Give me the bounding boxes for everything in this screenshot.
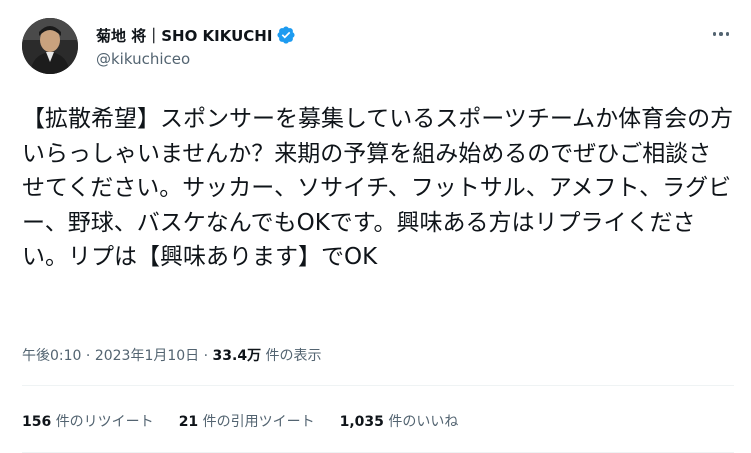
meta-separator: · [85, 348, 91, 364]
verified-badge-icon [276, 25, 296, 45]
likes-count: 1,035 [339, 414, 384, 430]
views-label: 件の表示 [265, 348, 322, 364]
quotes-stat[interactable]: 21 件の引用ツイート [179, 411, 315, 431]
tweet-card: 菊地 将｜SHO KIKUCHI @kikuchiceo 【拡散希望】スポンサー… [0, 0, 751, 453]
avatar[interactable] [22, 18, 78, 74]
more-options-button[interactable] [709, 24, 733, 44]
retweets-count: 156 [22, 414, 52, 430]
meta-separator: · [203, 348, 209, 364]
retweets-label: 件のリツイート [55, 414, 154, 430]
author-handle[interactable]: @kikuchiceo [96, 50, 190, 68]
retweets-stat[interactable]: 156 件のリツイート [22, 411, 154, 431]
more-horizontal-icon [712, 32, 717, 36]
views-count: 33.4万 [212, 348, 262, 364]
likes-label: 件のいいね [388, 414, 459, 430]
author-display-name[interactable]: 菊地 将｜SHO KIKUCHI [96, 25, 272, 46]
likes-stat[interactable]: 1,035 件のいいね [340, 411, 459, 431]
tweet-meta: 午後0:10 · 2023年1月10日 · 33.4万 件の表示 [22, 345, 322, 365]
more-horizontal-icon-dot [725, 32, 730, 36]
tweet-time[interactable]: 午後0:10 [22, 348, 81, 364]
tweet-text: 【拡散希望】スポンサーを募集しているスポーツチームか体育会の方いらっしゃいません… [22, 106, 734, 270]
avatar-image [22, 18, 78, 74]
quotes-count: 21 [178, 414, 199, 430]
tweet-stats: 156 件のリツイート 21 件の引用ツイート 1,035 件のいいね [22, 411, 458, 431]
tweet-date[interactable]: 2023年1月10日 [95, 348, 199, 364]
author-name-row[interactable]: 菊地 将｜SHO KIKUCHI [96, 24, 296, 46]
more-horizontal-icon-dot [719, 32, 723, 36]
divider [22, 385, 734, 386]
quotes-label: 件の引用ツイート [202, 414, 315, 430]
